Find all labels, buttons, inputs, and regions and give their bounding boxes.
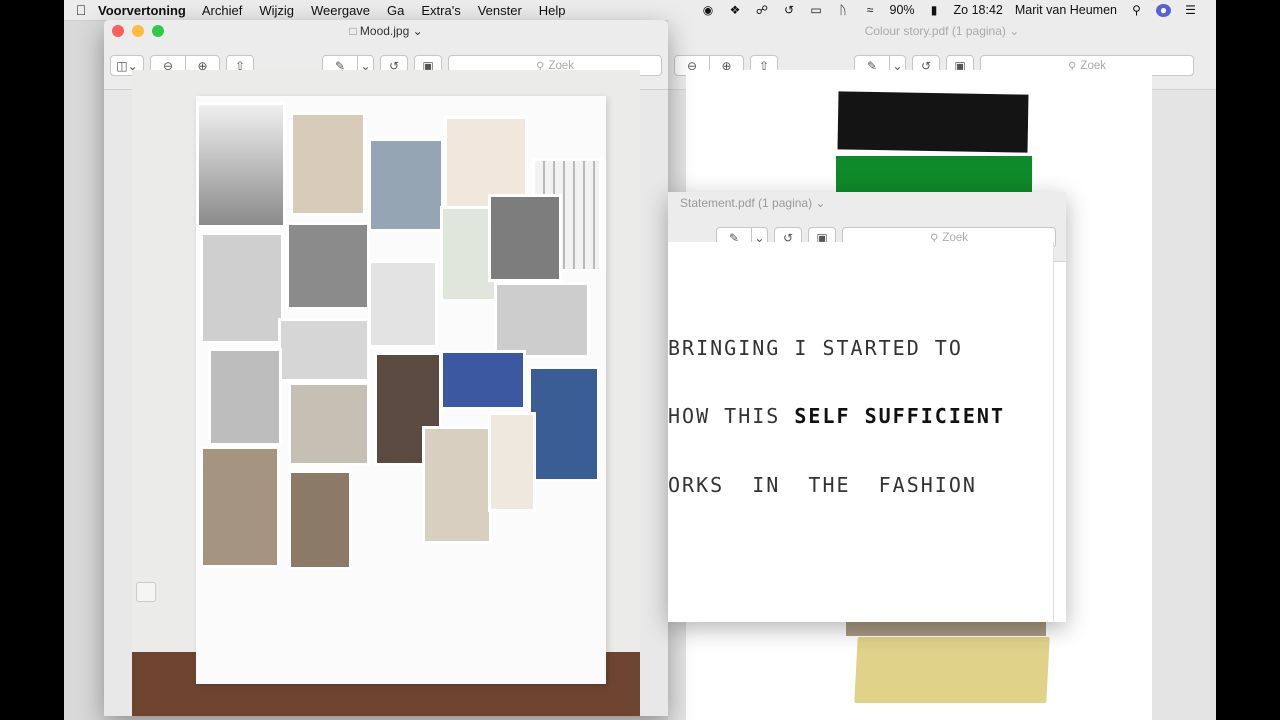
bluetooth-icon[interactable]: ᚢ [836,3,851,17]
photo-blue-figure [440,350,526,410]
notification-center-icon[interactable]: ☰ [1183,3,1198,17]
time-machine-icon[interactable]: ↺ [782,3,797,17]
photo-glove [200,232,284,344]
yellow-swatch [854,637,1050,703]
colour-story-titlebar[interactable]: Colour story.pdf (1 pagina) ⌄ [668,20,1216,42]
document-icon: □ [349,24,357,38]
apple-icon[interactable]:  [64,2,98,18]
black-swatch [837,91,1029,153]
minimize-button[interactable] [132,25,144,37]
statement-line-1: BRINGING I STARTED TO [668,336,963,360]
mood-board-image: ✚ [132,70,640,716]
close-button[interactable] [112,25,124,37]
creative-cloud-icon[interactable]: ☍ [755,3,770,17]
photo-tower [196,102,286,228]
menu-help[interactable]: Help [539,3,566,18]
statement-line-3: ORKS IN THE FASHION [668,473,977,497]
mood-board [196,96,606,684]
desktop:  Voorvertoning Archief Wijzig Weergave … [64,0,1216,720]
statement-window[interactable]: Statement.pdf (1 pagina) ⌄ ✎ ⌄ ↺ ▣ ⚲ Zoe… [668,192,1066,622]
photo-ceramic [288,382,370,466]
photo-tights [488,412,536,512]
user-name[interactable]: Marit van Heumen [1015,3,1117,17]
app-menu[interactable]: Voorvertoning [98,3,186,18]
photo-top [488,194,562,282]
battery-percent[interactable]: 90% [890,3,915,17]
menu-weergave[interactable]: Weergave [311,3,370,18]
spotlight-search-icon[interactable]: ⚲ [1129,3,1144,17]
mood-titlebar[interactable]: □ Mood.jpg ⌄ [104,20,668,42]
photo-chairs [278,318,370,382]
photo-pillows [494,282,590,358]
photo-vase [368,138,444,232]
photo-chandelier [286,222,370,310]
zoom-button[interactable] [152,25,164,37]
menubar:  Voorvertoning Archief Wijzig Weergave … [64,0,1216,21]
airplay-icon[interactable]: ▭ [809,3,824,17]
status-area: ◉ ❖ ☍ ↺ ▭ ᚢ ≈ 90% ▮ Zo 18:42 Marit van H… [701,3,1217,17]
mood-window[interactable]: □ Mood.jpg ⌄ ◫⌄ ⊖ ⊕ ⇧ ✎ ⌄ ↺ ▣ ⚲ Zoek [104,20,668,716]
statement-titlebar[interactable]: Statement.pdf (1 pagina) ⌄ [668,192,1066,214]
battery-icon[interactable]: ▮ [927,3,942,17]
photo-denim [528,366,600,482]
clock[interactable]: Zo 18:42 [954,3,1003,17]
photo-pants [422,426,492,544]
beige-swatch [846,622,1046,636]
dropbox-icon[interactable]: ❖ [728,3,743,17]
photo-room [208,348,282,446]
colour-story-title: Colour story.pdf (1 pagina) [864,24,1006,38]
statement-line-2: HOW THIS SELF SUFFICIENT [668,404,1005,428]
menu-venster[interactable]: Venster [478,3,522,18]
menu-extras[interactable]: Extra's [421,3,460,18]
window-controls [112,25,164,37]
statement-page: BRINGING I STARTED TO HOW THIS SELF SUFF… [668,242,1054,622]
menu-wijzig[interactable]: Wijzig [259,3,294,18]
menu-ga[interactable]: Ga [387,3,404,18]
photo-trousers [200,446,280,568]
statement-title: Statement.pdf (1 pagina) [680,196,813,210]
photo-legs [288,470,352,570]
menu-archief[interactable]: Archief [202,3,242,18]
record-icon[interactable]: ◉ [701,3,716,17]
photo-jacket [290,112,366,216]
mood-title: Mood.jpg [359,24,410,38]
siri-icon[interactable]: ● [1156,3,1171,17]
wifi-icon[interactable]: ≈ [863,3,878,17]
photo-figure [368,260,438,348]
wall-outlet [136,582,156,602]
